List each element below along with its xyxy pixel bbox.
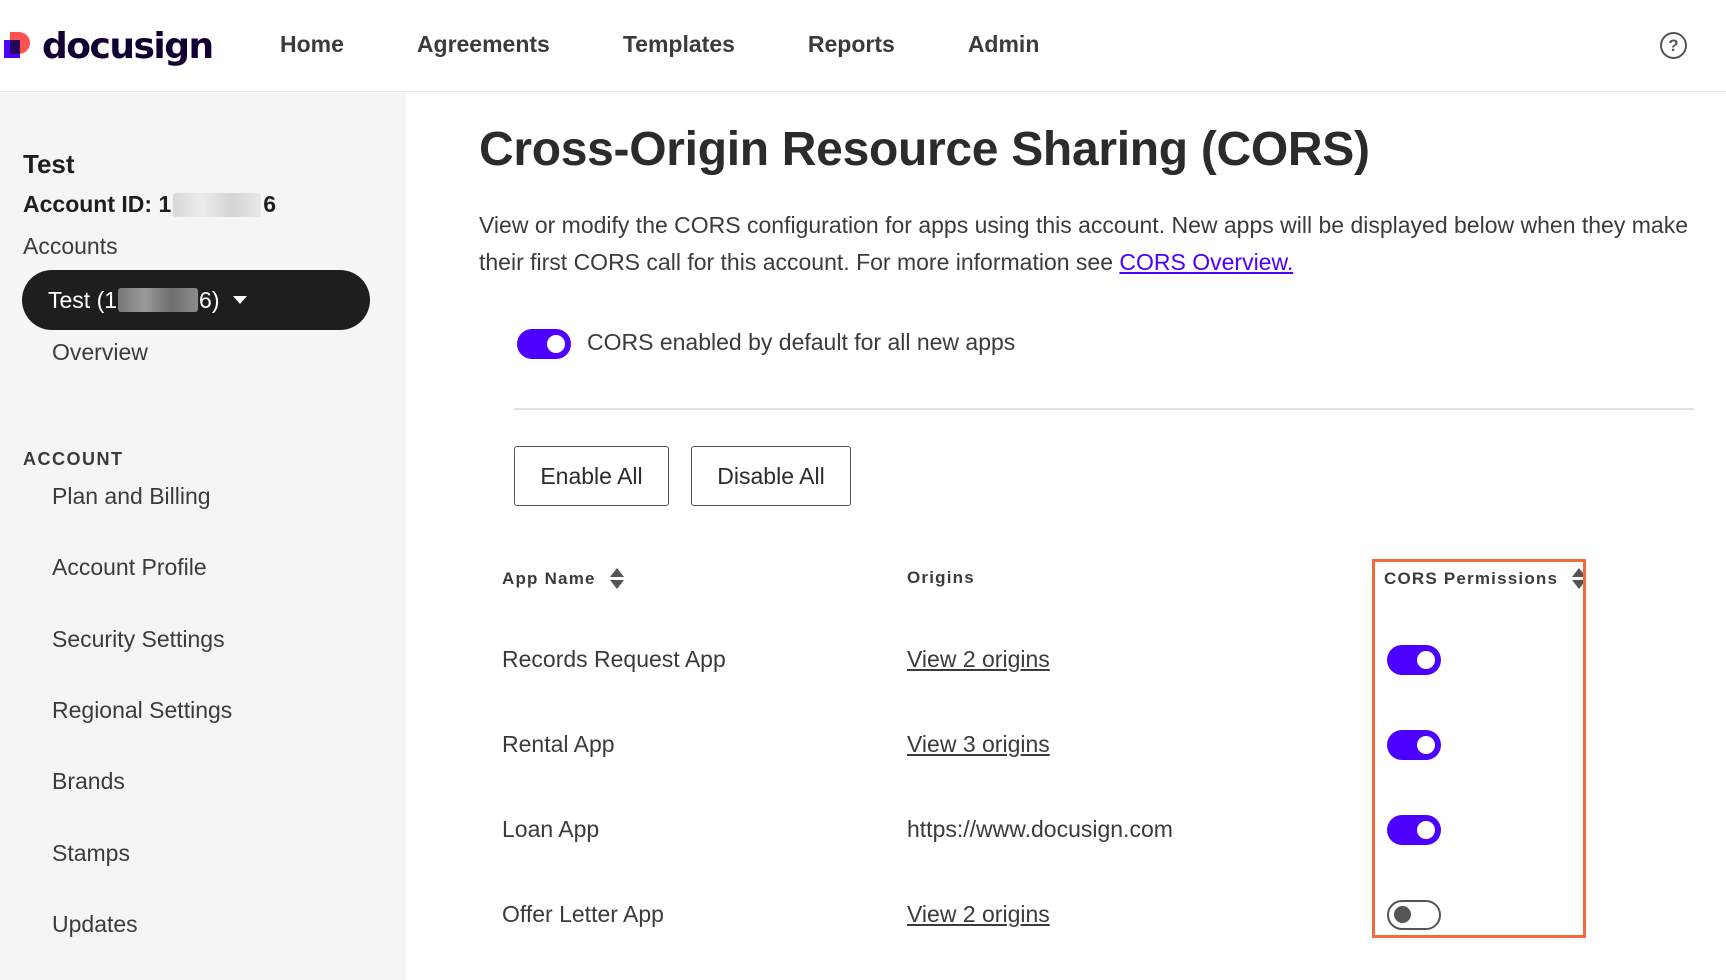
page-title: Cross-Origin Resource Sharing (CORS) [479,122,1370,177]
table-row-app-name: Offer Letter App [502,901,664,928]
docusign-logo[interactable]: docusign [4,26,213,66]
app-name-header-label: App Name [502,569,596,589]
account-name: Test [23,149,75,180]
account-id-suffix: 6 [263,191,276,218]
redacted-account-number [118,288,198,312]
sidebar-section-account: ACCOUNT [23,449,124,470]
enable-all-button[interactable]: Enable All [514,446,669,506]
account-id-prefix: Account ID: 1 [23,191,171,218]
nav-templates[interactable]: Templates [623,28,735,60]
account-switcher-dropdown[interactable]: Test (1 6) [22,270,370,330]
cors-permissions-highlight-box [1372,559,1586,938]
view-origins-link[interactable]: View 2 origins [907,901,1050,928]
help-circle-icon[interactable]: ? [1660,32,1687,59]
nav-reports[interactable]: Reports [808,28,895,60]
main-nav: Home Agreements Templates Reports Admin [280,28,1112,60]
cors-overview-link[interactable]: CORS Overview. [1119,249,1293,275]
sidebar-item-regional-settings[interactable]: Regional Settings [52,697,232,724]
sidebar-item-overview[interactable]: Overview [52,339,148,366]
column-header-origins: Origins [907,568,975,588]
column-header-app-name[interactable]: App Name [502,568,624,589]
disable-all-button[interactable]: Disable All [691,446,851,506]
sort-icon[interactable] [610,568,624,589]
view-origins-link[interactable]: View 2 origins [907,646,1050,673]
sidebar-item-plan-and-billing[interactable]: Plan and Billing [52,483,211,510]
sidebar-item-brands[interactable]: Brands [52,768,125,795]
nav-agreements[interactable]: Agreements [417,28,550,60]
table-row-app-name: Loan App [502,816,599,843]
docusign-logo-icon [4,30,36,62]
view-origins-link[interactable]: View 3 origins [907,731,1050,758]
table-row-app-name: Records Request App [502,646,726,673]
nav-home[interactable]: Home [280,28,344,60]
divider [514,408,1694,410]
accounts-label: Accounts [23,233,118,260]
origins-header-label: Origins [907,568,975,588]
chevron-down-icon [233,296,247,304]
account-switcher-suffix: 6) [199,287,219,314]
nav-admin[interactable]: Admin [968,28,1040,60]
sidebar-item-updates[interactable]: Updates [52,911,138,938]
sidebar-item-stamps[interactable]: Stamps [52,840,130,867]
origin-url: https://www.docusign.com [907,816,1173,843]
sidebar-item-account-profile[interactable]: Account Profile [52,554,207,581]
description-text: View or modify the CORS configuration fo… [479,212,1688,275]
top-navigation-bar: docusign Home Agreements Templates Repor… [0,0,1726,92]
cors-default-toggle[interactable] [517,329,571,359]
table-row-app-name: Rental App [502,731,615,758]
logo-wordmark: docusign [42,26,213,67]
redacted-account-id [173,193,261,217]
sidebar: Test Account ID: 1 6 Accounts Test (1 6)… [0,93,406,980]
account-switcher-prefix: Test (1 [48,287,117,314]
sidebar-item-security-settings[interactable]: Security Settings [52,626,225,653]
cors-default-label: CORS enabled by default for all new apps [587,329,1015,356]
page-description: View or modify the CORS configuration fo… [479,207,1726,281]
account-id: Account ID: 1 6 [23,191,276,218]
